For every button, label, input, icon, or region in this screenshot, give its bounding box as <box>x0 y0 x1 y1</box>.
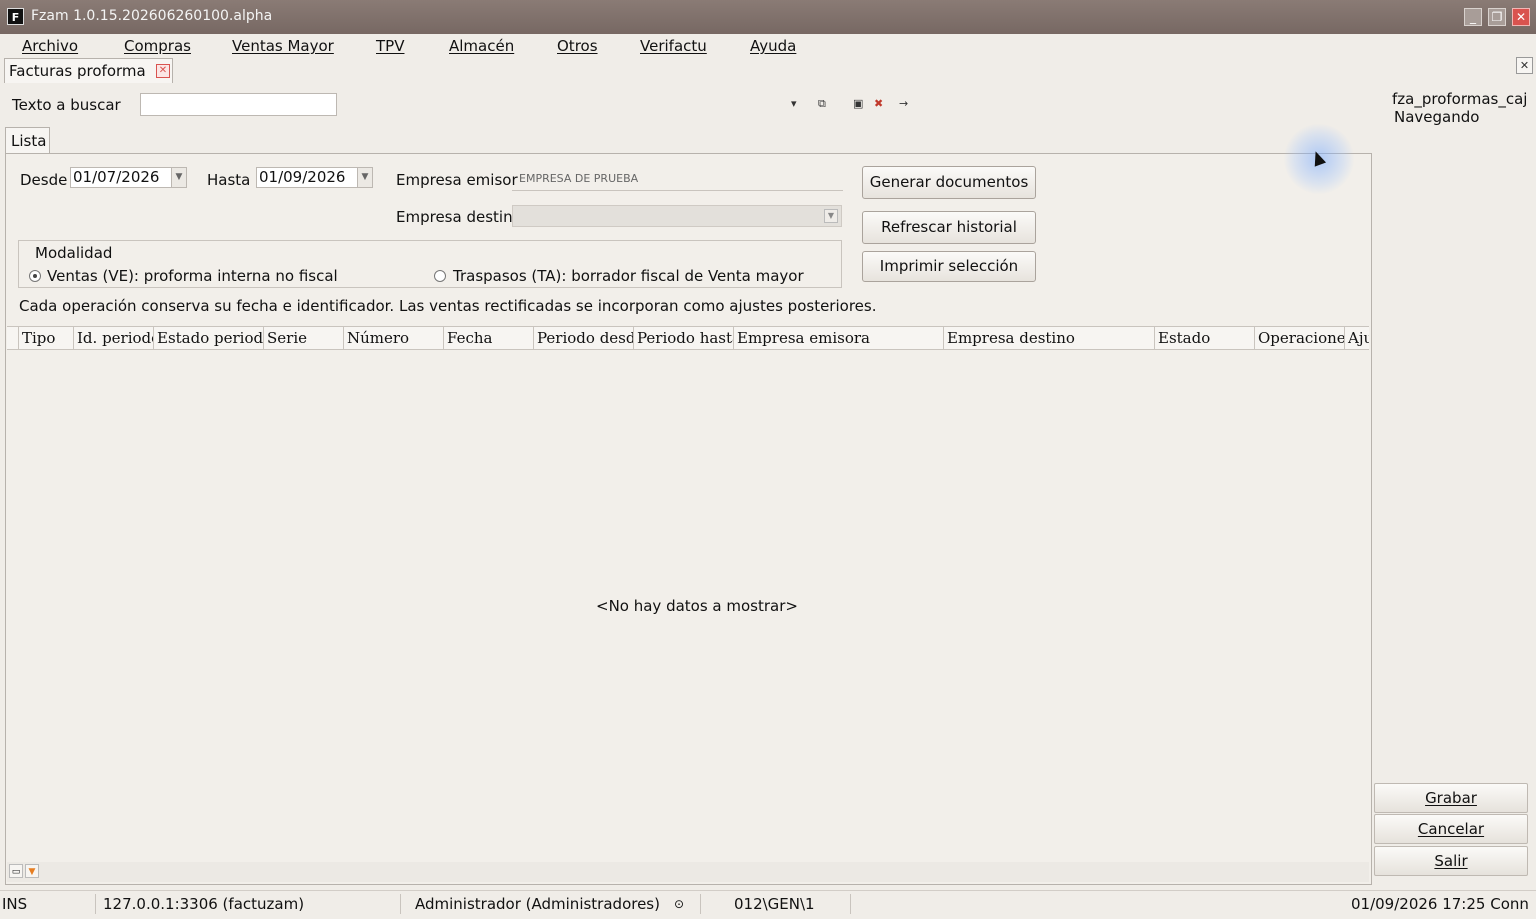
module-name: fza_proformas_caj <box>1392 90 1528 108</box>
chevron-down-icon: ▼ <box>824 209 838 223</box>
desde-date-field[interactable]: 01/07/2026 ▼ <box>70 167 187 188</box>
dropdown-icon[interactable]: ▾ <box>791 97 797 110</box>
status-bar: INS 127.0.0.1:3306 (factuzam) Administra… <box>0 890 1536 919</box>
desde-label: Desde <box>20 171 68 189</box>
empresa-emisora-label: Empresa emisor <box>396 171 518 189</box>
col-estado-periodo[interactable]: Estado periodo <box>154 327 264 349</box>
menu-almacen[interactable]: Almacén <box>449 37 514 55</box>
arrow-right-icon[interactable]: → <box>899 97 908 110</box>
status-mode: INS <box>2 895 28 913</box>
search-label: Texto a buscar <box>12 96 121 114</box>
grid-indicator-col <box>7 327 19 349</box>
empty-message: <No hay datos a mostrar> <box>596 597 798 615</box>
col-periodo-hasta[interactable]: Periodo hasta <box>634 327 734 349</box>
salir-button[interactable]: Salir <box>1374 846 1528 876</box>
status-separator <box>700 894 701 914</box>
refrescar-historial-button[interactable]: Refrescar historial <box>862 211 1036 244</box>
user-status-icon: ⊙ <box>674 897 685 911</box>
menu-otros[interactable]: Otros <box>557 37 598 55</box>
status-path: 012\GEN\1 <box>734 895 815 913</box>
maximize-button[interactable]: ❐ <box>1488 8 1506 26</box>
grid-header: Tipo Id. periodo Estado periodo Serie Nú… <box>7 326 1369 350</box>
app-icon: F <box>7 8 24 25</box>
col-serie[interactable]: Serie <box>264 327 344 349</box>
status-user: Administrador (Administradores) <box>415 895 660 913</box>
save-filter-icon[interactable]: ▣ <box>853 97 863 110</box>
empresa-emisora-field[interactable]: EMPRESA DE PRUEBA <box>512 171 843 191</box>
title-bar: F Fzam 1.0.15.202606260100.alpha _ ❐ ✕ <box>0 0 1536 34</box>
status-separator <box>850 894 851 914</box>
menu-ventas-mayor[interactable]: Ventas Mayor <box>232 37 334 55</box>
radio-traspasos[interactable] <box>434 270 446 282</box>
menu-archivo[interactable]: Archivo <box>22 37 78 55</box>
col-empresa-emisora[interactable]: Empresa emisora <box>734 327 944 349</box>
grid-filter-icon[interactable]: ▭ <box>9 864 23 878</box>
tab-lista[interactable]: Lista <box>5 127 50 154</box>
hasta-value: 01/09/2026 <box>259 168 346 186</box>
radio-ventas[interactable] <box>29 270 41 282</box>
menu-verifactu[interactable]: Verifactu <box>640 37 707 55</box>
minimize-button[interactable]: _ <box>1464 8 1482 26</box>
window-title: Fzam 1.0.15.202606260100.alpha <box>31 8 273 24</box>
col-numero[interactable]: Número <box>344 327 444 349</box>
grid-footer <box>7 862 1369 882</box>
tab-facturas-proforma[interactable]: Facturas proforma ✕ <box>4 58 173 83</box>
hasta-date-field[interactable]: 01/09/2026 ▼ <box>256 167 373 188</box>
close-panel-icon[interactable]: ✕ <box>1516 57 1533 74</box>
hasta-dropdown-icon[interactable]: ▼ <box>357 168 372 187</box>
desde-dropdown-icon[interactable]: ▼ <box>171 168 186 187</box>
grabar-button[interactable]: Grabar <box>1374 783 1528 813</box>
radio-ventas-label[interactable]: Ventas (VE): proforma interna no fiscal <box>47 267 338 285</box>
empresa-destino-select[interactable]: ▼ <box>512 205 842 227</box>
menu-ayuda[interactable]: Ayuda <box>750 37 796 55</box>
hasta-label: Hasta <box>207 171 251 189</box>
module-state: Navegando <box>1394 108 1480 126</box>
imprimir-seleccion-button[interactable]: Imprimir selección <box>862 251 1036 282</box>
col-empresa-destino[interactable]: Empresa destino <box>944 327 1155 349</box>
copy-icon[interactable]: ⧉ <box>818 97 826 111</box>
col-estado[interactable]: Estado <box>1155 327 1255 349</box>
menu-tpv[interactable]: TPV <box>376 37 404 55</box>
empresa-destino-label: Empresa destino <box>396 208 512 226</box>
info-text: Cada operación conserva su fecha e ident… <box>19 297 877 315</box>
status-separator <box>400 894 401 914</box>
clear-filter-icon[interactable]: ✖ <box>874 97 883 110</box>
status-separator <box>95 894 96 914</box>
close-window-button[interactable]: ✕ <box>1512 8 1530 26</box>
status-datetime: 01/09/2026 17:25 Conn <box>1351 895 1529 913</box>
menu-bar: Archivo Compras Ventas Mayor TPV Almacén… <box>0 35 1536 57</box>
tab-lista-label: Lista <box>11 132 47 150</box>
generar-documentos-button[interactable]: Generar documentos <box>862 166 1036 199</box>
col-tipo[interactable]: Tipo <box>19 327 74 349</box>
cancelar-button[interactable]: Cancelar <box>1374 814 1528 844</box>
radio-traspasos-label[interactable]: Traspasos (TA): borrador fiscal de Venta… <box>453 267 804 285</box>
modalidad-title: Modalidad <box>35 244 113 262</box>
grid-dropdown-icon[interactable]: ▼ <box>25 864 39 878</box>
col-ajustes[interactable]: Ajustes <box>1345 327 1369 349</box>
close-tab-icon[interactable]: ✕ <box>156 64 170 78</box>
status-connection: 127.0.0.1:3306 (factuzam) <box>103 895 305 913</box>
col-fecha[interactable]: Fecha <box>444 327 534 349</box>
col-id-periodo[interactable]: Id. periodo <box>74 327 154 349</box>
search-input[interactable] <box>140 93 337 116</box>
col-operaciones[interactable]: Operaciones <box>1255 327 1345 349</box>
desde-value: 01/07/2026 <box>73 168 160 186</box>
col-periodo-desde[interactable]: Periodo desde <box>534 327 634 349</box>
menu-compras[interactable]: Compras <box>124 37 191 55</box>
tab-label: Facturas proforma <box>9 62 146 80</box>
